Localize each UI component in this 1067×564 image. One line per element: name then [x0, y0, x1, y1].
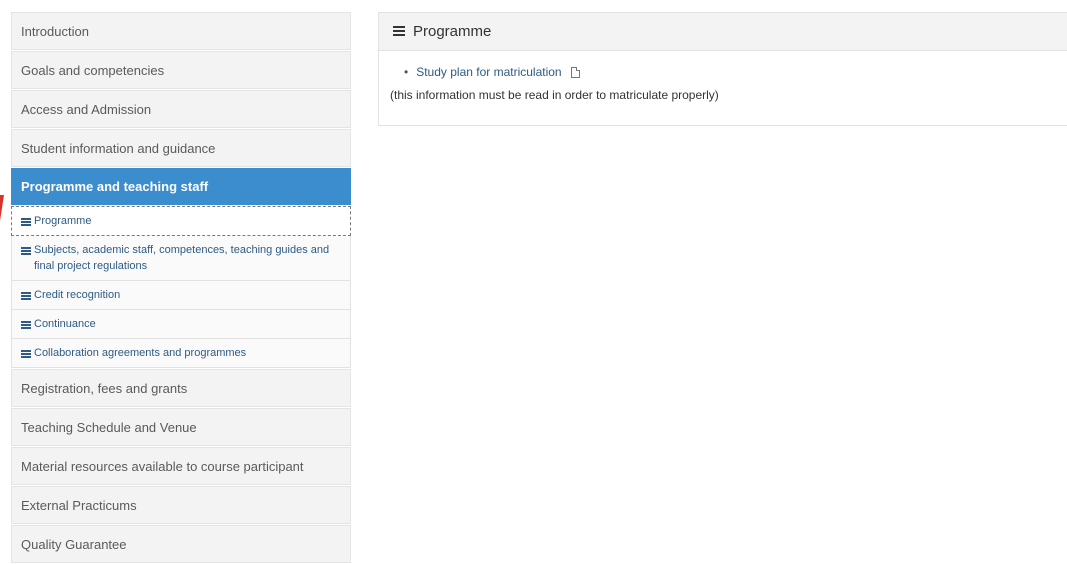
sidebar-item-programme-teaching[interactable]: Programme and teaching staff [11, 168, 351, 205]
sidebar: Introduction Goals and competencies Acce… [11, 12, 351, 564]
study-plan-link[interactable]: Study plan for matriculation [416, 65, 561, 79]
submenu-label: Programme [34, 215, 92, 227]
list-icon [393, 25, 405, 38]
submenu-label: Subjects, academic staff, competences, t… [34, 244, 330, 272]
pdf-icon[interactable] [570, 66, 580, 78]
sidebar-item-schedule[interactable]: Teaching Schedule and Venue [11, 408, 351, 446]
list-item: • Study plan for matriculation [390, 65, 1067, 79]
list-icon [21, 350, 31, 359]
panel-title: Programme [413, 23, 492, 40]
list-icon [21, 292, 31, 301]
sidebar-item-introduction[interactable]: Introduction [11, 12, 351, 50]
submenu-item-credit-recognition[interactable]: Credit recognition [11, 281, 351, 310]
list-icon [21, 247, 31, 256]
panel-header: Programme [379, 13, 1067, 51]
submenu-label: Collaboration agreements and programmes [34, 347, 247, 359]
submenu-item-collaboration[interactable]: Collaboration agreements and programmes [11, 339, 351, 368]
submenu-label: Continuance [34, 318, 96, 330]
sidebar-submenu: Programme Subjects, academic staff, comp… [11, 206, 351, 368]
sidebar-item-quality-guarantee[interactable]: Quality Guarantee [11, 525, 351, 563]
bullet-icon: • [404, 65, 409, 79]
sidebar-item-registration[interactable]: Registration, fees and grants [11, 369, 351, 407]
submenu-label: Credit recognition [34, 289, 121, 301]
list-icon [21, 321, 31, 330]
sidebar-item-goals[interactable]: Goals and competencies [11, 51, 351, 89]
list-icon [21, 218, 31, 227]
content-panel: Programme • Study plan for matriculation… [378, 12, 1067, 126]
sidebar-item-material-resources[interactable]: Material resources available to course p… [11, 447, 351, 485]
info-note: (this information must be read in order … [390, 88, 719, 102]
sidebar-item-external-practicums[interactable]: External Practicums [11, 486, 351, 524]
submenu-item-continuance[interactable]: Continuance [11, 310, 351, 339]
panel-body: • Study plan for matriculation (this inf… [379, 51, 1067, 102]
sidebar-item-access[interactable]: Access and Admission [11, 90, 351, 128]
submenu-item-subjects[interactable]: Subjects, academic staff, competences, t… [11, 236, 351, 281]
sidebar-item-student-info[interactable]: Student information and guidance [11, 129, 351, 167]
submenu-item-programme[interactable]: Programme [11, 206, 351, 236]
edge-marker [0, 195, 4, 221]
